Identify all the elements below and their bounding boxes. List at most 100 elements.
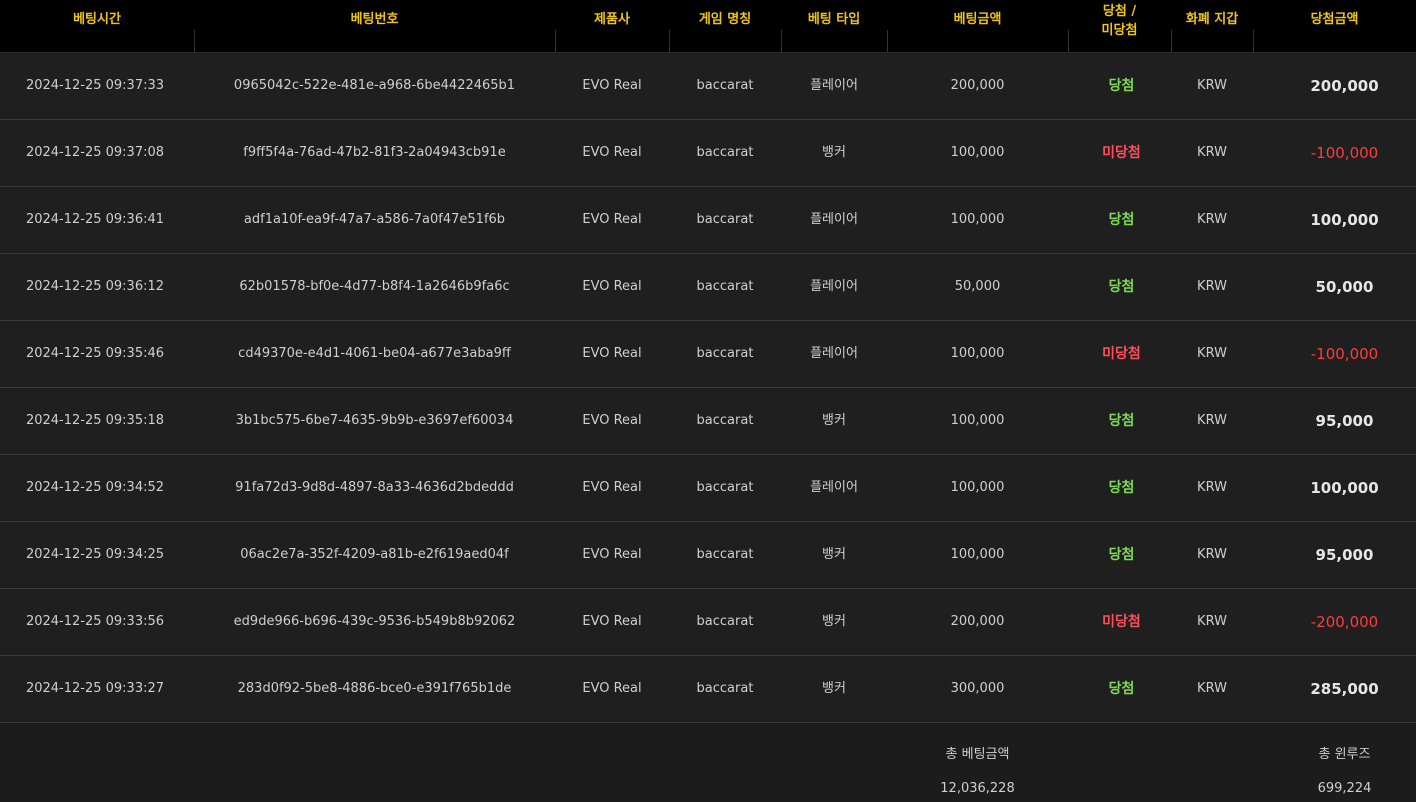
cell-bet-time: 2024-12-25 09:37:08 (25, 145, 165, 160)
cell-game: baccarat (696, 145, 754, 160)
cell-game: baccarat (696, 480, 754, 495)
table-row: 2024-12-25 09:36:12 62b01578-bf0e-4d77-b8… (0, 254, 1416, 321)
cell-currency: KRW (1197, 547, 1227, 562)
cell-result: 당첨 (1108, 279, 1135, 295)
cell-win-amount: 285,000 (1310, 680, 1379, 698)
cell-bet-amount: 100,000 (950, 145, 1005, 160)
cell-game: baccarat (696, 346, 754, 361)
total-bet-label: 총 베팅금액 (945, 747, 1010, 762)
cell-bet-time: 2024-12-25 09:33:27 (25, 681, 165, 696)
cell-bet-amount: 50,000 (954, 279, 1001, 294)
cell-provider: EVO Real (582, 78, 642, 93)
cell-win-amount: 50,000 (1315, 278, 1374, 296)
cell-currency: KRW (1197, 145, 1227, 160)
cell-game: baccarat (696, 78, 754, 93)
table-header: 베팅시간 베팅번호 제품사 게임 명칭 베팅 타입 베팅금액 당첨 / 미당첨 … (0, 0, 1416, 53)
cell-bet-time: 2024-12-25 09:35:46 (25, 346, 165, 361)
header-provider: 제품사 (594, 12, 630, 27)
cell-bet-time: 2024-12-25 09:34:25 (25, 547, 165, 562)
cell-bet-id: 06ac2e7a-352f-4209-a81b-e2f619aed04f (240, 547, 509, 562)
table-row: 2024-12-25 09:36:41 adf1a10f-ea9f-47a7-a5… (0, 187, 1416, 254)
cell-win-amount: -200,000 (1310, 613, 1379, 631)
cell-provider: EVO Real (582, 346, 642, 361)
cell-currency: KRW (1197, 681, 1227, 696)
cell-result: 당첨 (1108, 547, 1135, 563)
cell-currency: KRW (1197, 413, 1227, 428)
table-row: 2024-12-25 09:33:27 283d0f92-5be8-4886-bc… (0, 656, 1416, 723)
cell-result: 당첨 (1108, 413, 1135, 429)
cell-bet-type: 뱅커 (822, 145, 846, 160)
cell-bet-id: adf1a10f-ea9f-47a7-a586-7a0f47e51f6b (243, 212, 506, 227)
cell-win-amount: -100,000 (1310, 144, 1379, 162)
cell-result: 당첨 (1108, 78, 1135, 94)
header-win-amount: 당첨금액 (1310, 12, 1359, 27)
cell-bet-amount: 100,000 (950, 346, 1005, 361)
cell-bet-type: 플레이어 (810, 212, 858, 227)
header-game: 게임 명칭 (698, 12, 752, 27)
cell-bet-time: 2024-12-25 09:36:41 (25, 212, 165, 227)
total-winloss-label: 총 윈루즈 (1318, 747, 1371, 762)
header-currency: 화폐 지갑 (1185, 12, 1239, 27)
cell-bet-type: 뱅커 (822, 681, 846, 696)
table-row: 2024-12-25 09:35:46 cd49370e-e4d1-4061-be… (0, 321, 1416, 388)
cell-provider: EVO Real (582, 547, 642, 562)
cell-result: 당첨 (1108, 212, 1135, 228)
cell-bet-type: 플레이어 (810, 279, 858, 294)
table-row: 2024-12-25 09:35:18 3b1bc575-6be7-4635-9b… (0, 388, 1416, 455)
cell-game: baccarat (696, 614, 754, 629)
cell-bet-type: 뱅커 (822, 614, 846, 629)
cell-result: 당첨 (1108, 480, 1135, 496)
cell-bet-id: 62b01578-bf0e-4d77-b8f4-1a2646b9fa6c (239, 279, 510, 294)
cell-bet-id: 283d0f92-5be8-4886-bce0-e391f765b1de (237, 681, 512, 696)
header-bet-type: 베팅 타입 (807, 12, 861, 27)
cell-bet-time: 2024-12-25 09:35:18 (25, 413, 165, 428)
cell-bet-id: 0965042c-522e-481e-a968-6be4422465b1 (233, 78, 516, 93)
cell-bet-type: 플레이어 (810, 346, 858, 361)
cell-bet-id: 91fa72d3-9d8d-4897-8a33-4636d2bdeddd (235, 480, 514, 495)
cell-bet-id: ed9de966-b696-439c-9536-b549b8b92062 (233, 614, 516, 629)
cell-bet-amount: 200,000 (950, 78, 1005, 93)
cell-win-amount: 100,000 (1310, 479, 1379, 497)
cell-game: baccarat (696, 547, 754, 562)
cell-bet-time: 2024-12-25 09:36:12 (25, 279, 165, 294)
cell-currency: KRW (1197, 346, 1227, 361)
cell-win-amount: 95,000 (1315, 412, 1374, 430)
cell-bet-amount: 300,000 (950, 681, 1005, 696)
cell-result: 미당첨 (1102, 614, 1141, 630)
table-row: 2024-12-25 09:37:08 f9ff5f4a-76ad-47b2-81… (0, 120, 1416, 187)
cell-win-amount: 200,000 (1310, 77, 1379, 95)
header-bet-amount: 베팅금액 (953, 12, 1002, 27)
header-bet-time: 베팅시간 (73, 12, 121, 27)
cell-bet-type: 뱅커 (822, 547, 846, 562)
cell-provider: EVO Real (582, 212, 642, 227)
cell-bet-amount: 200,000 (950, 614, 1005, 629)
cell-game: baccarat (696, 212, 754, 227)
cell-bet-type: 뱅커 (822, 413, 846, 428)
cell-provider: EVO Real (582, 614, 642, 629)
table-row: 2024-12-25 09:33:56 ed9de966-b696-439c-95… (0, 589, 1416, 656)
cell-result: 미당첨 (1102, 145, 1141, 161)
cell-bet-id: 3b1bc575-6be7-4635-9b9b-e3697ef60034 (235, 413, 514, 428)
cell-provider: EVO Real (582, 413, 642, 428)
total-winloss-value: 699,224 (1317, 781, 1372, 796)
cell-result: 미당첨 (1102, 346, 1141, 362)
header-result: 당첨 / 미당첨 (1101, 4, 1138, 38)
cell-result: 당첨 (1108, 681, 1135, 697)
cell-provider: EVO Real (582, 681, 642, 696)
cell-bet-id: f9ff5f4a-76ad-47b2-81f3-2a04943cb91e (243, 145, 506, 160)
cell-currency: KRW (1197, 480, 1227, 495)
table-row: 2024-12-25 09:37:33 0965042c-522e-481e-a9… (0, 53, 1416, 120)
bet-history-table: 2024-12-25 09:37:33 0965042c-522e-481e-a9… (0, 53, 1416, 723)
cell-bet-amount: 100,000 (950, 212, 1005, 227)
cell-game: baccarat (696, 279, 754, 294)
cell-bet-time: 2024-12-25 09:33:56 (25, 614, 165, 629)
cell-provider: EVO Real (582, 279, 642, 294)
cell-win-amount: 100,000 (1310, 211, 1379, 229)
cell-provider: EVO Real (582, 145, 642, 160)
cell-game: baccarat (696, 413, 754, 428)
table-row: 2024-12-25 09:34:25 06ac2e7a-352f-4209-a8… (0, 522, 1416, 589)
cell-currency: KRW (1197, 279, 1227, 294)
cell-bet-time: 2024-12-25 09:34:52 (25, 480, 165, 495)
cell-currency: KRW (1197, 78, 1227, 93)
cell-bet-time: 2024-12-25 09:37:33 (25, 78, 165, 93)
